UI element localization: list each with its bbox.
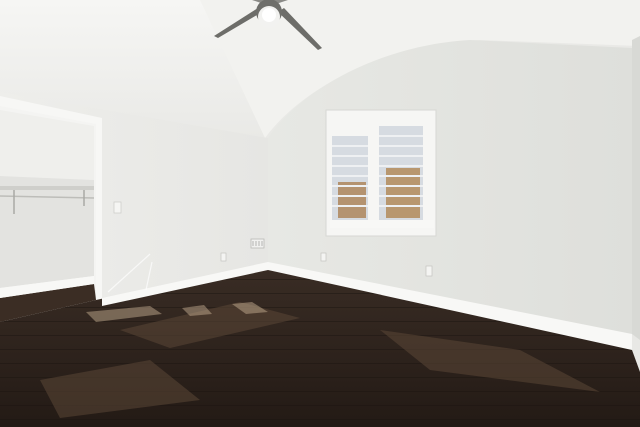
right-side-wall [632,36,640,372]
window [325,109,437,237]
outlet-right [425,265,433,277]
outlet [320,252,327,262]
outlet-left [220,252,227,262]
room-scene [0,0,640,427]
light-switch [113,201,122,214]
